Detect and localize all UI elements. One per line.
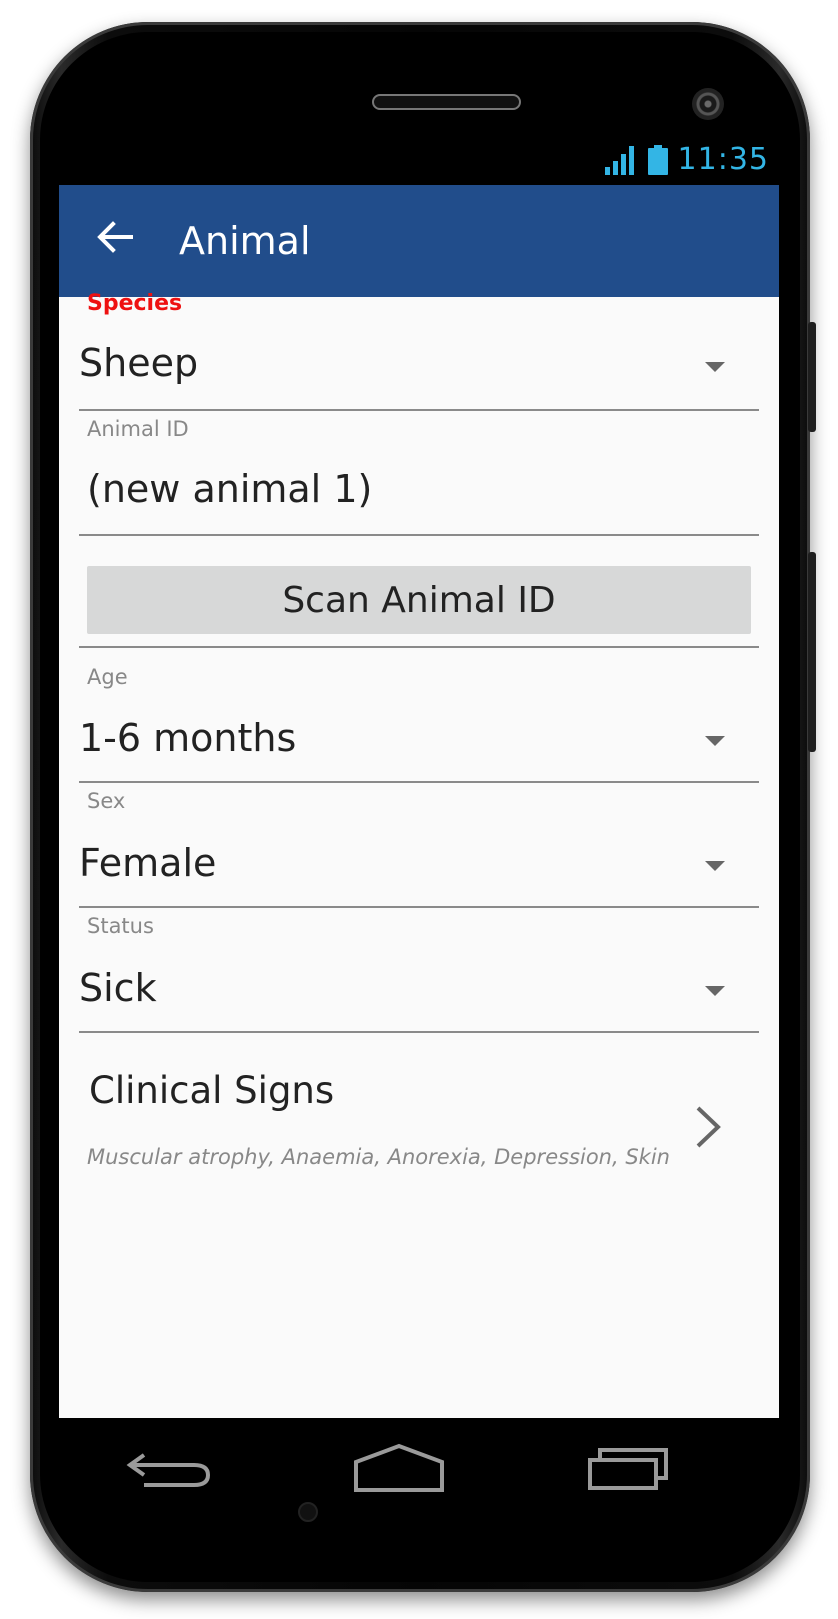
sex-dropdown[interactable]: Female: [59, 823, 779, 907]
back-button[interactable]: [87, 209, 143, 265]
age-dropdown[interactable]: 1-6 months: [59, 698, 779, 782]
arrow-back-icon: [97, 221, 133, 253]
status-icons: 11:35: [604, 143, 769, 177]
chevron-right-icon: [696, 1106, 721, 1148]
chevron-down-icon: [705, 861, 725, 871]
divider: [79, 781, 759, 783]
scan-animal-id-button[interactable]: Scan Animal ID: [87, 566, 751, 634]
status-label: Status: [87, 914, 154, 938]
earpiece-speaker: [372, 94, 521, 110]
app-bar: Animal: [59, 185, 779, 297]
battery-icon: [647, 145, 668, 175]
nav-back-icon: [126, 1453, 211, 1487]
clinical-signs-title: Clinical Signs: [89, 1069, 335, 1112]
power-button: [808, 322, 816, 432]
status-bar: 11:35: [59, 133, 779, 185]
volume-button: [808, 552, 816, 752]
signal-icon: [604, 146, 634, 175]
status-value: Sick: [79, 966, 157, 1010]
chevron-down-icon: [705, 362, 725, 372]
species-value: Sheep: [79, 341, 199, 385]
age-value: 1-6 months: [79, 716, 297, 760]
status-time: 11:35: [677, 142, 769, 177]
chevron-down-icon: [705, 986, 725, 996]
divider: [79, 409, 759, 411]
animal-id-input[interactable]: (new animal 1): [87, 467, 372, 511]
age-label: Age: [87, 665, 128, 689]
species-dropdown[interactable]: Sheep: [59, 323, 779, 407]
screen: 11:35 Animal Species Sheep Animal ID (ne…: [59, 133, 779, 1418]
chevron-down-icon: [705, 736, 725, 746]
status-dropdown[interactable]: Sick: [59, 948, 779, 1032]
divider: [79, 906, 759, 908]
sex-label: Sex: [87, 789, 126, 813]
nav-recents-icon: [588, 1448, 668, 1490]
nav-home-icon: [354, 1443, 444, 1492]
divider: [79, 646, 759, 648]
animal-id-label: Animal ID: [87, 417, 189, 441]
sex-value: Female: [79, 841, 217, 885]
page-title: Animal: [179, 219, 311, 263]
nav-recents-button[interactable]: [579, 1438, 679, 1498]
nav-back-button[interactable]: [119, 1438, 219, 1498]
front-camera-icon: [692, 88, 724, 120]
microphone-icon: [298, 1502, 318, 1522]
divider: [79, 534, 759, 536]
clinical-signs-summary: Muscular atrophy, Anaemia, Anorexia, Dep…: [87, 1145, 677, 1169]
species-label: Species: [87, 291, 183, 316]
nav-home-button[interactable]: [349, 1438, 449, 1498]
navigation-bar: [59, 1418, 779, 1534]
